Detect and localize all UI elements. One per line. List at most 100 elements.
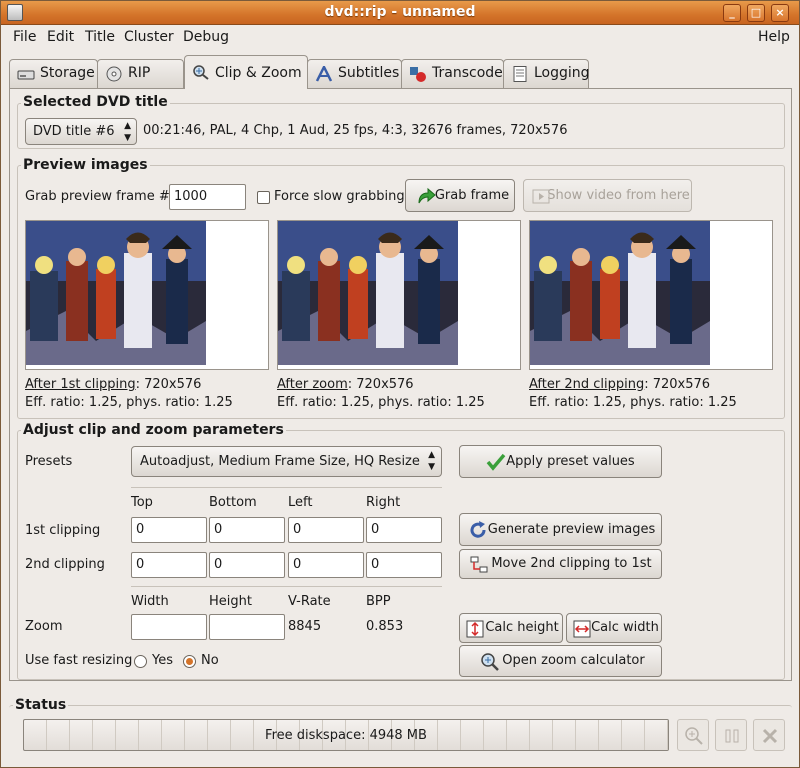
horizontal-resize-icon — [573, 620, 591, 638]
clip1-left-input[interactable]: 0 — [288, 517, 364, 543]
separator — [131, 586, 442, 587]
tab-label: Subtitles — [338, 65, 400, 81]
document-icon — [513, 66, 527, 82]
zoom-icon — [481, 653, 499, 671]
move-clipping-label: Move 2nd clipping to 1st — [491, 556, 652, 571]
vrate-value: 8845 — [288, 619, 322, 634]
preview-3-caption: After 2nd clipping: 720x576 — [529, 377, 710, 392]
col-height-label: Height — [209, 594, 252, 609]
yes-label: Yes — [152, 653, 173, 668]
open-zoom-calculator-button[interactable]: Open zoom calculator — [459, 645, 662, 677]
col-bottom-label: Bottom — [209, 495, 257, 510]
clip2-left-input[interactable]: 0 — [288, 552, 364, 578]
status-text: Free diskspace: 4948 MB — [265, 728, 427, 743]
tab-logging[interactable]: Logging — [503, 59, 590, 88]
caption-link[interactable]: After 2nd clipping — [529, 377, 644, 392]
preview-1-ratio: Eff. ratio: 1.25, phys. ratio: 1.25 — [25, 395, 233, 410]
calc-width-label: Calc width — [591, 620, 659, 635]
preview-3-ratio: Eff. ratio: 1.25, phys. ratio: 1.25 — [529, 395, 737, 410]
magnifier-icon — [193, 65, 209, 80]
magnifier-plus-icon — [685, 727, 703, 745]
tab-subtitles[interactable]: Subtitles — [307, 59, 402, 88]
clip2-right-input[interactable]: 0 — [366, 552, 442, 578]
calc-height-label: Calc height — [485, 620, 559, 635]
tab-clip-zoom[interactable]: Clip & Zoom — [184, 55, 308, 89]
clip2-top-input[interactable]: 0 — [131, 552, 207, 578]
apply-preset-label: Apply preset values — [506, 454, 635, 469]
menu-title[interactable]: Title — [85, 29, 115, 45]
clip1-bottom-input[interactable]: 0 — [209, 517, 285, 543]
anime-frame-image — [26, 221, 206, 365]
presets-select[interactable]: Autoadjust, Medium Frame Size, HQ Resize… — [131, 446, 442, 477]
maximize-button[interactable]: □ — [747, 4, 765, 22]
menu-debug[interactable]: Debug — [183, 29, 229, 45]
menu-edit[interactable]: Edit — [47, 29, 74, 45]
status-heading: Status — [13, 697, 69, 713]
force-slow-label: Force slow grabbing — [274, 189, 405, 204]
grab-frame-label: Grab frame — [434, 188, 510, 203]
zoom-height-input[interactable] — [209, 614, 285, 640]
dvd-title-select-value: DVD title #6 — [33, 124, 115, 139]
tab-label: Clip & Zoom — [215, 65, 302, 81]
menu-bar: File Edit Title Cluster Debug Help — [1, 25, 799, 49]
pause-icon — [725, 729, 739, 743]
close-x-icon — [762, 728, 778, 744]
window-title: dvd::rip - unnamed — [324, 4, 476, 20]
fast-resize-no-radio[interactable] — [183, 655, 196, 668]
minimize-button[interactable]: _ — [723, 4, 741, 22]
fast-resize-yes-radio[interactable] — [134, 655, 147, 668]
force-slow-checkbox[interactable] — [257, 191, 270, 204]
clip1-top-input[interactable]: 0 — [131, 517, 207, 543]
anime-frame-image — [530, 221, 710, 365]
no-label: No — [201, 653, 219, 668]
tab-transcode[interactable]: Transcode — [401, 59, 504, 88]
show-video-button[interactable]: Show video from here — [523, 179, 692, 212]
cancel-button[interactable] — [753, 719, 785, 751]
vertical-resize-icon — [466, 620, 484, 638]
separator — [131, 487, 442, 488]
adjust-params-heading: Adjust clip and zoom parameters — [21, 422, 286, 438]
tab-storage[interactable]: Storage — [9, 59, 98, 88]
menu-file[interactable]: File — [13, 29, 36, 45]
status-zoom-button[interactable] — [677, 719, 709, 751]
dvd-title-select[interactable]: DVD title #6 ▲ ▼ — [25, 118, 137, 145]
menu-help[interactable]: Help — [758, 29, 790, 45]
checkmark-icon — [486, 453, 506, 471]
move-clipping-button[interactable]: Move 2nd clipping to 1st — [459, 549, 662, 579]
drive-icon — [17, 70, 35, 80]
caption-link[interactable]: After zoom — [277, 377, 348, 392]
calc-width-button[interactable]: Calc width — [566, 613, 662, 643]
zoom-width-input[interactable] — [131, 614, 207, 640]
frame-number-input[interactable]: 1000 — [169, 184, 246, 210]
preview-2-ratio: Eff. ratio: 1.25, phys. ratio: 1.25 — [277, 395, 485, 410]
tab-label: Logging — [534, 65, 590, 81]
grab-frame-button[interactable]: Grab frame — [405, 179, 515, 212]
apply-preset-button[interactable]: Apply preset values — [459, 445, 662, 478]
clip2-bottom-input[interactable]: 0 — [209, 552, 285, 578]
calc-height-button[interactable]: Calc height — [459, 613, 563, 643]
generate-preview-button[interactable]: Generate preview images — [459, 513, 662, 546]
title-bar[interactable]: dvd::rip - unnamed _ □ × — [1, 1, 799, 25]
hierarchy-icon — [470, 556, 488, 573]
grab-frame-label: Grab preview frame # — [25, 189, 170, 204]
preview-image-after-zoom[interactable] — [277, 220, 521, 370]
generate-preview-label: Generate preview images — [487, 522, 656, 537]
preview-image-2nd-clipping[interactable] — [529, 220, 773, 370]
menu-cluster[interactable]: Cluster — [124, 29, 174, 45]
anime-frame-image — [278, 221, 458, 365]
clip2-label: 2nd clipping — [25, 557, 105, 572]
zoom-label: Zoom — [25, 619, 63, 634]
clip1-label: 1st clipping — [25, 523, 101, 538]
tab-rip-title[interactable]: RIP Title — [97, 59, 184, 108]
caption-link[interactable]: After 1st clipping — [25, 377, 136, 392]
col-width-label: Width — [131, 594, 169, 609]
preview-images-heading: Preview images — [21, 157, 150, 173]
app-window: dvd::rip - unnamed _ □ × File Edit Title… — [0, 0, 800, 768]
clip1-right-input[interactable]: 0 — [366, 517, 442, 543]
pause-button[interactable] — [715, 719, 747, 751]
preview-image-1st-clipping[interactable] — [25, 220, 269, 370]
font-a-icon — [315, 66, 333, 82]
show-video-label: Show video from here — [547, 188, 690, 203]
tab-label: Transcode — [432, 65, 503, 81]
close-button[interactable]: × — [771, 4, 789, 22]
